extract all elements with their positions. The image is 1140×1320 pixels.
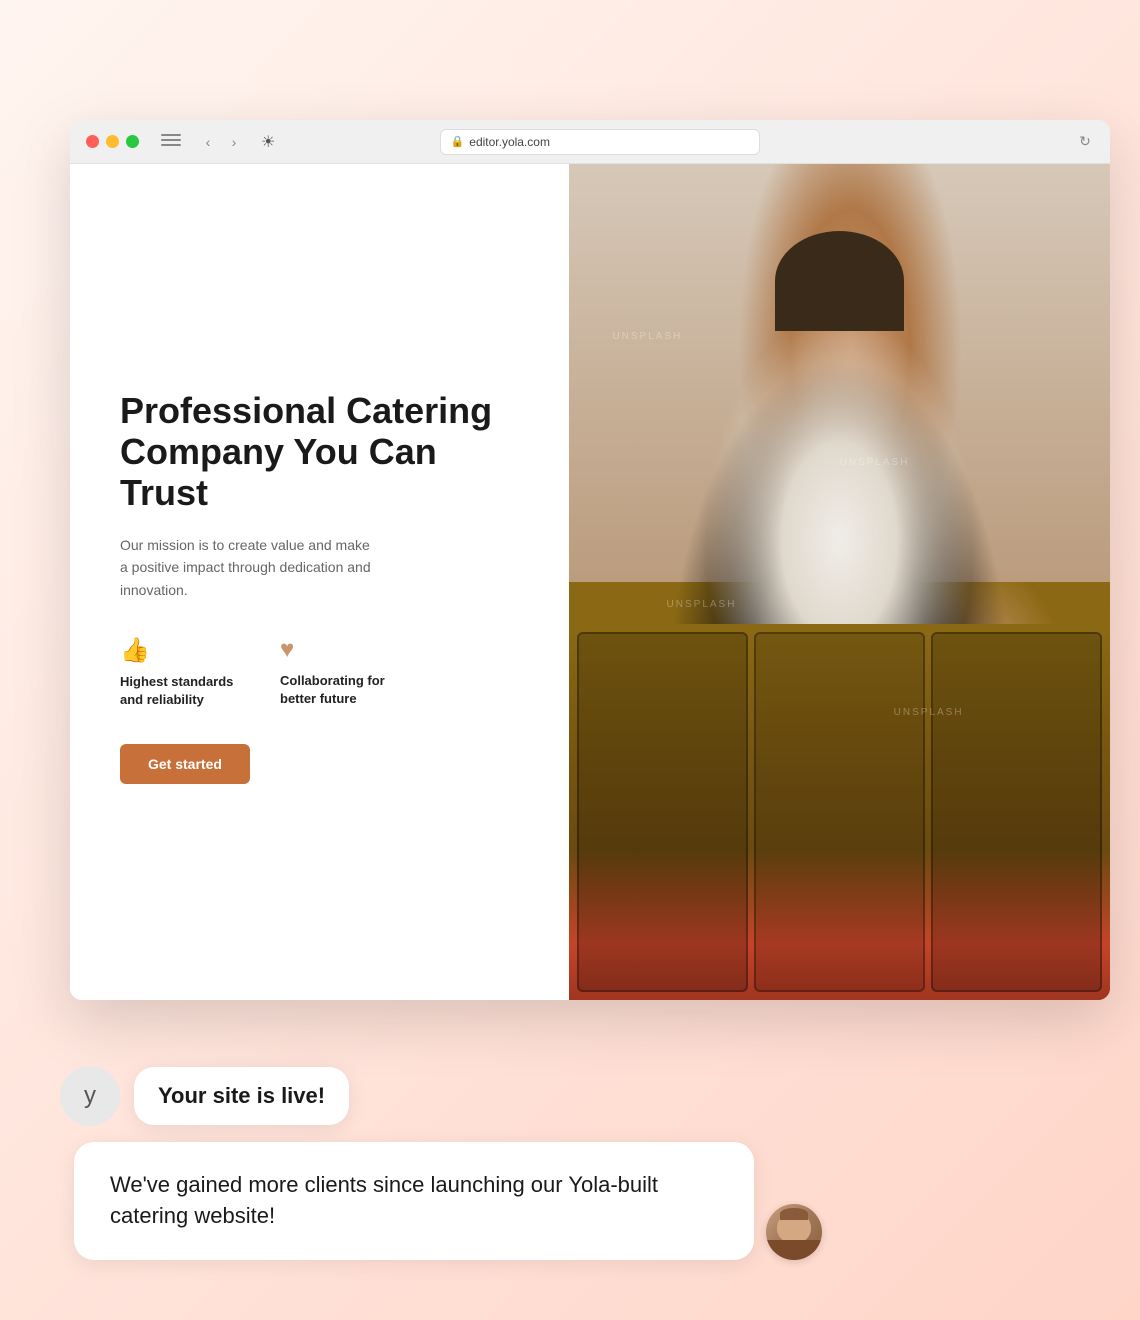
chat-row-1: y Your site is live! [60, 1066, 1080, 1126]
back-button[interactable]: ‹ [199, 133, 217, 151]
traffic-lights [86, 135, 139, 148]
feature1-label: Highest standards and reliability [120, 673, 240, 709]
lock-icon: 🔒 [451, 135, 465, 148]
yola-avatar: y [60, 1066, 120, 1126]
forward-button[interactable]: › [225, 133, 243, 151]
minimize-button[interactable] [106, 135, 119, 148]
hero-title: Professional Catering Company You Can Tr… [120, 390, 519, 514]
heart-icon: ♥ [280, 636, 400, 664]
browser-titlebar: ‹ › ☀ 🔒 editor.yola.com ↻ [70, 120, 1110, 164]
chat-bubble-1: Your site is live! [134, 1067, 349, 1125]
refresh-button[interactable]: ↻ [1076, 133, 1094, 151]
browser-window: ‹ › ☀ 🔒 editor.yola.com ↻ Professional C… [70, 120, 1110, 1000]
browser-nav: ‹ › [199, 133, 243, 151]
url-text: editor.yola.com [469, 135, 550, 149]
hero-image-panel: Unsplash Unsplash Unsplash Unsplash [569, 164, 1110, 1000]
brightness-icon: ☀ [261, 132, 275, 152]
address-bar[interactable]: 🔒 editor.yola.com [440, 129, 760, 155]
avatar-hair [780, 1208, 808, 1219]
hero-left-panel: Professional Catering Company You Can Tr… [70, 164, 569, 1000]
features-row: 👍 Highest standards and reliability ♥ Co… [120, 636, 519, 709]
maximize-button[interactable] [126, 135, 139, 148]
feature-1: 👍 Highest standards and reliability [120, 636, 240, 709]
close-button[interactable] [86, 135, 99, 148]
chat-row-2: We've gained more clients since launchin… [60, 1142, 1080, 1260]
website-content: Professional Catering Company You Can Tr… [70, 164, 1110, 1000]
sidebar-toggle-icon[interactable] [161, 134, 181, 150]
bubble2-text: We've gained more clients since launchin… [110, 1172, 658, 1228]
chat-section: y Your site is live! We've gained more c… [60, 1066, 1080, 1260]
hero-subtitle: Our mission is to create value and make … [120, 534, 380, 601]
food-area [569, 624, 1110, 1000]
get-started-button[interactable]: Get started [120, 744, 250, 784]
chef-photo: Unsplash Unsplash Unsplash Unsplash [569, 164, 1110, 1000]
feature2-label: Collaborating for better future [280, 672, 400, 708]
avatar-body [766, 1240, 822, 1260]
yola-letter: y [84, 1082, 96, 1110]
bubble1-text: Your site is live! [158, 1083, 325, 1108]
feature-2: ♥ Collaborating for better future [280, 636, 400, 709]
user-avatar [766, 1204, 822, 1260]
thumbsup-icon: 👍 [120, 636, 240, 665]
chat-bubble-2: We've gained more clients since launchin… [74, 1142, 754, 1260]
chef-hair [775, 231, 905, 331]
